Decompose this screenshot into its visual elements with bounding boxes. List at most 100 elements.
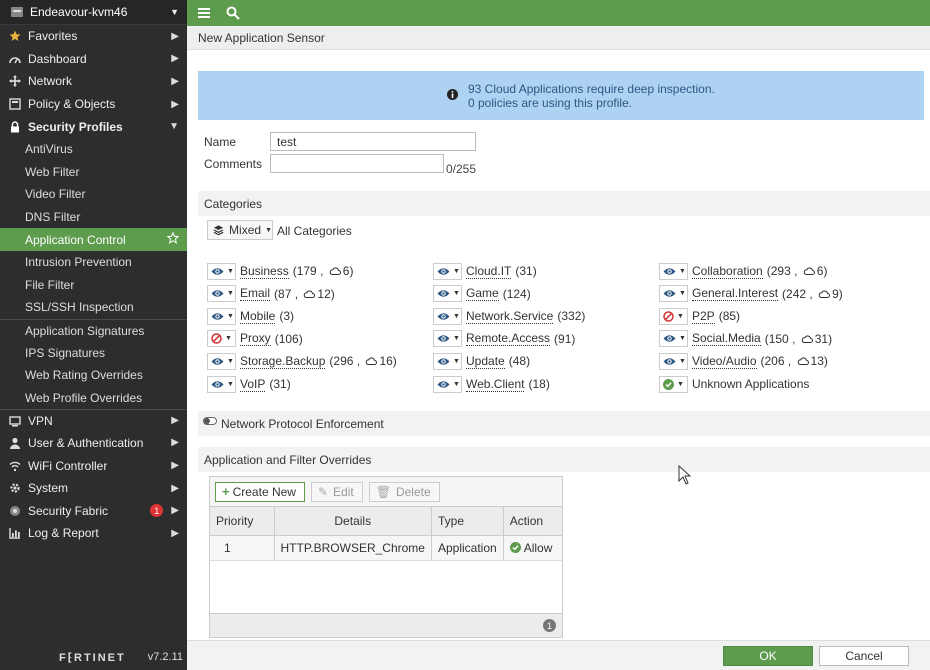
favorite-star-icon[interactable]: [166, 231, 180, 247]
category-action-dropdown[interactable]: ▼: [207, 330, 236, 348]
sidebar-item-ips-signatures[interactable]: IPS Signatures: [0, 341, 187, 364]
sidebar: Endeavour-kvm46 ▼ Favorites ▶ Dashboard ▶ Ne…: [0, 0, 187, 670]
sidebar-item-security-fabric[interactable]: Security Fabric 1 ▶: [0, 499, 187, 522]
category-name[interactable]: Remote.Access: [466, 331, 551, 347]
category-name[interactable]: Cloud.IT: [466, 264, 512, 279]
comments-textarea[interactable]: [270, 154, 444, 173]
sidebar-item-web-filter[interactable]: Web Filter: [0, 161, 187, 184]
check-circle-icon: [663, 378, 674, 390]
sidebar-item-network[interactable]: Network ▶: [0, 70, 187, 93]
category-name[interactable]: Game: [466, 286, 499, 302]
eye-icon: [211, 267, 224, 276]
sidebar-item-video-filter[interactable]: Video Filter: [0, 183, 187, 206]
category-name[interactable]: Collaboration: [692, 264, 763, 279]
category-action-dropdown[interactable]: ▼: [659, 262, 688, 280]
category-name[interactable]: Business: [240, 264, 289, 279]
category-action-dropdown[interactable]: ▼: [659, 285, 688, 303]
sidebar-item-favorites[interactable]: Favorites ▶: [0, 25, 187, 48]
sidebar-item-policy-objects[interactable]: Policy & Objects ▶: [0, 93, 187, 116]
name-input[interactable]: [270, 132, 476, 151]
category-action-dropdown[interactable]: ▼: [433, 352, 462, 370]
cloud-icon: [816, 287, 832, 301]
hamburger-menu-icon[interactable]: [197, 6, 211, 20]
category-action-dropdown[interactable]: ▼: [207, 375, 236, 393]
category-action-dropdown[interactable]: ▼: [207, 352, 236, 370]
eye-icon: [437, 334, 450, 343]
category-name[interactable]: Mobile: [240, 309, 276, 324]
category-action-dropdown[interactable]: ▼: [433, 375, 462, 393]
edit-button[interactable]: ✎ Edit: [310, 481, 363, 502]
device-name: Endeavour-kvm46: [30, 5, 128, 19]
sidebar-item-user-authentication[interactable]: User & Authentication ▶: [0, 432, 187, 455]
category-action-dropdown[interactable]: ▼: [659, 352, 688, 370]
category-name[interactable]: Email: [240, 286, 271, 302]
sidebar-item-antivirus[interactable]: AntiVirus: [0, 138, 187, 161]
cancel-button[interactable]: Cancel: [819, 646, 909, 666]
col-type[interactable]: Type: [431, 507, 504, 536]
comments-label: Comments: [204, 157, 263, 171]
device-selector[interactable]: Endeavour-kvm46 ▼: [0, 0, 187, 25]
category-name[interactable]: P2P: [692, 309, 715, 324]
category-name[interactable]: General.Interest: [692, 286, 779, 302]
sidebar-item-label: DNS Filter: [25, 210, 81, 225]
ok-button[interactable]: OK: [723, 646, 813, 666]
col-action[interactable]: Action: [503, 507, 562, 536]
category-action-dropdown[interactable]: ▼: [207, 262, 236, 280]
sidebar-item-dns-filter[interactable]: DNS Filter: [0, 206, 187, 229]
sidebar-item-vpn[interactable]: VPN ▶: [0, 409, 187, 432]
category-name[interactable]: Web.Client: [466, 377, 525, 392]
delete-button[interactable]: 🗑 Delete: [368, 481, 440, 502]
chevron-right-icon: ▶: [171, 527, 179, 539]
sidebar-item-label: Video Filter: [25, 187, 86, 202]
search-icon[interactable]: [226, 6, 240, 20]
sidebar-item-file-filter[interactable]: File Filter: [0, 274, 187, 297]
category-action-dropdown[interactable]: ▼: [659, 375, 688, 393]
category-name[interactable]: Update: [466, 354, 505, 369]
category-action-dropdown[interactable]: ▼: [659, 330, 688, 348]
category-name[interactable]: Video/Audio: [692, 354, 757, 369]
table-row[interactable]: 1 HTTP.BROWSER_Chrome Application Allow: [210, 535, 562, 561]
sidebar-item-label: Log & Report: [28, 526, 99, 541]
sidebar-item-log-report[interactable]: Log & Report ▶: [0, 522, 187, 545]
category-count: (31): [269, 377, 291, 391]
sidebar-item-web-profile-overrides[interactable]: Web Profile Overrides: [0, 387, 187, 410]
category-action-dropdown[interactable]: ▼: [433, 262, 462, 280]
category-action-dropdown[interactable]: ▼: [433, 307, 462, 325]
category-action-dropdown[interactable]: ▼: [659, 307, 688, 325]
user-icon: [8, 437, 22, 449]
category-item: ▼ Remote.Access (91): [433, 330, 575, 348]
caret-down-icon: ▼: [227, 290, 234, 298]
category-action-dropdown[interactable]: ▼: [433, 330, 462, 348]
sidebar-item-wifi-controller[interactable]: WiFi Controller ▶: [0, 454, 187, 477]
sidebar-item-web-rating-overrides[interactable]: Web Rating Overrides: [0, 364, 187, 387]
sidebar-item-security-profiles[interactable]: Security Profiles ▼: [0, 115, 187, 138]
npe-toggle[interactable]: [203, 417, 217, 425]
category-name[interactable]: Proxy: [240, 331, 271, 347]
category-item: ▼ Storage.Backup (296 , 16): [207, 352, 397, 370]
sidebar-item-application-control[interactable]: Application Control: [0, 228, 187, 251]
caret-down-icon: ▼: [679, 335, 686, 343]
mixed-action-dropdown[interactable]: Mixed ▼: [207, 220, 273, 240]
sidebar-item-dashboard[interactable]: Dashboard ▶: [0, 48, 187, 71]
layers-icon: [213, 225, 224, 236]
wifi-icon: [8, 460, 22, 472]
category-name[interactable]: Storage.Backup: [240, 354, 326, 369]
sidebar-item-label: Application Control: [25, 232, 126, 247]
caret-down-icon: ▼: [453, 357, 460, 365]
category-name[interactable]: VoIP: [240, 377, 266, 392]
category-name[interactable]: Social.Media: [692, 331, 761, 347]
sidebar-item-system[interactable]: System ▶: [0, 477, 187, 500]
overrides-section-title: Application and Filter Overrides: [198, 447, 930, 472]
col-priority[interactable]: Priority: [210, 507, 275, 536]
create-new-button[interactable]: + Create New: [215, 481, 305, 502]
category-name[interactable]: Network.Service: [466, 309, 554, 324]
category-item: ▼ General.Interest (242 , 9): [659, 285, 843, 303]
col-details[interactable]: Details: [274, 507, 432, 536]
sidebar-item-application-signatures[interactable]: Application Signatures: [0, 318, 187, 342]
sidebar-item-ssl-ssh-inspection[interactable]: SSL/SSH Inspection: [0, 296, 187, 319]
sidebar-item-intrusion-prevention[interactable]: Intrusion Prevention: [0, 251, 187, 274]
category-action-dropdown[interactable]: ▼: [207, 307, 236, 325]
category-action-dropdown[interactable]: ▼: [207, 285, 236, 303]
category-count-value: 3: [283, 309, 291, 324]
category-action-dropdown[interactable]: ▼: [433, 285, 462, 303]
